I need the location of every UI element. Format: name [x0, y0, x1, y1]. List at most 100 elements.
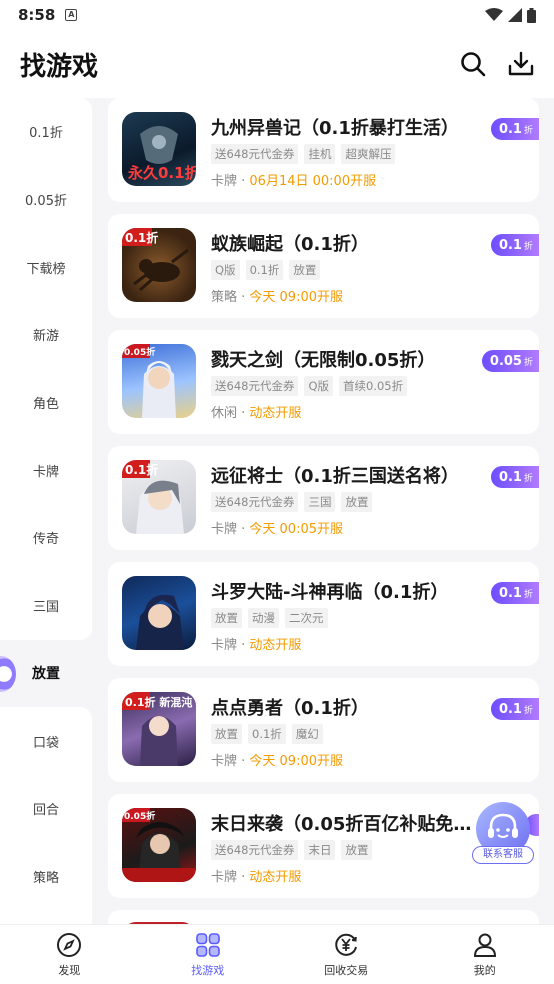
badge-unit: 折	[523, 589, 533, 600]
tag: 放置	[211, 608, 242, 628]
tag: 送648元代金券	[211, 492, 299, 512]
sidebar-item-idle-active[interactable]: 放置	[0, 639, 92, 708]
battery-icon	[527, 7, 536, 23]
sidebar-item-role[interactable]: 角色	[0, 369, 92, 437]
tag: 0.1折	[248, 724, 286, 744]
sidebar-item-0.05[interactable]: 0.05折	[0, 166, 92, 234]
badge-value: 0.1	[498, 701, 522, 717]
sidebar-item-new[interactable]: 新游	[0, 301, 92, 369]
tag: 超爽解压	[341, 144, 396, 164]
discount-badge: 0.1 折	[490, 118, 539, 140]
sidebar-item-strategy[interactable]: 策略	[0, 843, 92, 911]
tab-discover[interactable]: 发现	[0, 925, 139, 984]
sidebar-item-pocket[interactable]: 口袋	[0, 707, 92, 775]
tab-label: 发现	[58, 963, 81, 977]
game-icon: 0.05折	[122, 344, 196, 418]
game-meta: 策略 · 今天 09:00开服	[211, 286, 343, 305]
game-icon	[122, 576, 196, 650]
tab-label: 找游戏	[191, 963, 225, 977]
page-header: 找游戏	[0, 30, 554, 98]
category-sidebar: 0.1折 0.05折 下载榜 新游 角色 卡牌 传奇 三国 放置 口袋 回合 策…	[0, 98, 92, 937]
tag: 送648元代金券	[211, 840, 299, 860]
tag: 三国	[304, 492, 336, 512]
search-icon[interactable]	[460, 51, 486, 77]
sidebar-item-downloads[interactable]: 下载榜	[0, 233, 92, 301]
signal-icon	[508, 8, 522, 22]
thumb-text: 0.1折 新混沌	[125, 695, 192, 709]
game-category: 策略 ·	[211, 290, 250, 305]
server-time: 动态开服	[249, 638, 302, 653]
sidebar-item-card[interactable]: 卡牌	[0, 436, 92, 504]
tag-list: 送648元代金券 三国 放置	[211, 492, 373, 512]
game-card[interactable]: 0.1折 新混沌 点点勇者（0.1折） 放置 0.1折 魔幻 卡牌 · 今天 0…	[108, 678, 539, 782]
tag: 放置	[341, 492, 373, 512]
badge-value: 0.1	[498, 121, 522, 137]
wifi-icon	[485, 8, 503, 21]
tag: 放置	[211, 724, 242, 744]
sidebar-item-legend[interactable]: 传奇	[0, 504, 92, 572]
game-meta: 休闲 · 动态开服	[211, 402, 301, 421]
discount-badge: 0.1 折	[490, 698, 539, 720]
tab-label: 回收交易	[324, 963, 369, 977]
discount-badge: 0.05 折	[481, 350, 539, 372]
tab-find-games[interactable]: 找游戏	[139, 925, 278, 984]
notification-a-icon: A	[65, 9, 78, 21]
thumb-text: 0.1折	[125, 230, 158, 245]
tag: 送648元代金券	[211, 376, 299, 396]
tag: Q版	[304, 376, 334, 396]
badge-unit: 折	[523, 473, 533, 484]
game-card[interactable]: 0.1折 蚁族崛起（0.1折） Q版 0.1折 放置 策略 · 今天 09:00…	[108, 214, 539, 318]
sidebar-item-turn-based[interactable]: 回合	[0, 775, 92, 843]
tag-list: 送648元代金券 挂机 超爽解压	[211, 144, 396, 164]
tab-me[interactable]: 我的	[416, 925, 554, 984]
game-card[interactable]: 0.05折 戮天之剑（无限制0.05折） 送648元代金券 Q版 首续0.05折…	[108, 330, 539, 434]
game-icon: 永久0.1折	[122, 112, 196, 186]
tab-recycle-trade[interactable]: 回收交易	[277, 925, 416, 984]
download-icon[interactable]	[508, 51, 534, 77]
tag-list: 送648元代金券 Q版 首续0.05折	[211, 376, 408, 396]
badge-unit: 折	[523, 705, 533, 716]
game-meta: 卡牌 · 今天 09:00开服	[211, 750, 343, 769]
tag: 0.1折	[245, 260, 284, 280]
game-name: 九州异兽记（0.1折暴打生活）	[211, 118, 459, 139]
thumb-text: 0.05折	[124, 346, 155, 358]
game-card[interactable]: 0.1折 远征将士（0.1折三国送名将） 送648元代金券 三国 放置 卡牌 ·…	[108, 446, 539, 550]
sidebar-bottom-group: 口袋 回合 策略	[0, 707, 92, 937]
page-title: 找游戏	[20, 51, 99, 82]
sidebar-item-0.1[interactable]: 0.1折	[0, 98, 92, 166]
game-name: 蚁族崛起（0.1折）	[211, 234, 369, 255]
thumb-text: 0.1折	[125, 462, 158, 477]
badge-value: 0.05	[489, 353, 522, 369]
sidebar-item-three-kingdoms[interactable]: 三国	[0, 572, 92, 640]
discount-badge: 0.1 折	[490, 582, 539, 604]
grid-icon	[195, 932, 220, 957]
tag-list: 送648元代金券 末日 放置	[211, 840, 373, 860]
tag: 首续0.05折	[339, 376, 408, 396]
compass-icon	[57, 932, 82, 957]
badge-value: 0.1	[498, 585, 522, 601]
game-name: 远征将士（0.1折三国送名将）	[211, 466, 459, 487]
person-icon	[473, 933, 496, 957]
tag: Q版	[211, 260, 240, 280]
tag: 放置	[341, 840, 373, 860]
tag: 放置	[289, 260, 321, 280]
badge-value: 0.1	[498, 237, 522, 253]
game-icon: 0.05折	[122, 808, 196, 882]
tag: 动漫	[248, 608, 279, 628]
badge-value: 0.1	[498, 469, 522, 485]
game-category: 卡牌 ·	[211, 638, 250, 653]
discount-badge: 0.1 折	[490, 466, 539, 488]
tag-list: 放置 0.1折 魔幻	[211, 724, 323, 744]
badge-unit: 折	[523, 357, 533, 368]
game-icon: 0.1折 新混沌	[122, 692, 196, 766]
server-time: 今天 09:00开服	[249, 290, 344, 305]
game-category: 休闲 ·	[211, 406, 250, 421]
status-bar: 8:58 A	[0, 0, 554, 30]
server-time: 动态开服	[249, 406, 302, 421]
customer-service-button[interactable]: 联系客服	[472, 800, 534, 866]
tab-label: 我的	[473, 963, 496, 977]
tag: 二次元	[285, 608, 328, 628]
game-card[interactable]: 永久0.1折 九州异兽记（0.1折暴打生活） 送648元代金券 挂机 超爽解压 …	[108, 98, 539, 202]
yen-icon	[335, 933, 358, 956]
game-card[interactable]: 斗罗大陆-斗神再临（0.1折） 放置 动漫 二次元 卡牌 · 动态开服 0.1 折	[108, 562, 539, 666]
